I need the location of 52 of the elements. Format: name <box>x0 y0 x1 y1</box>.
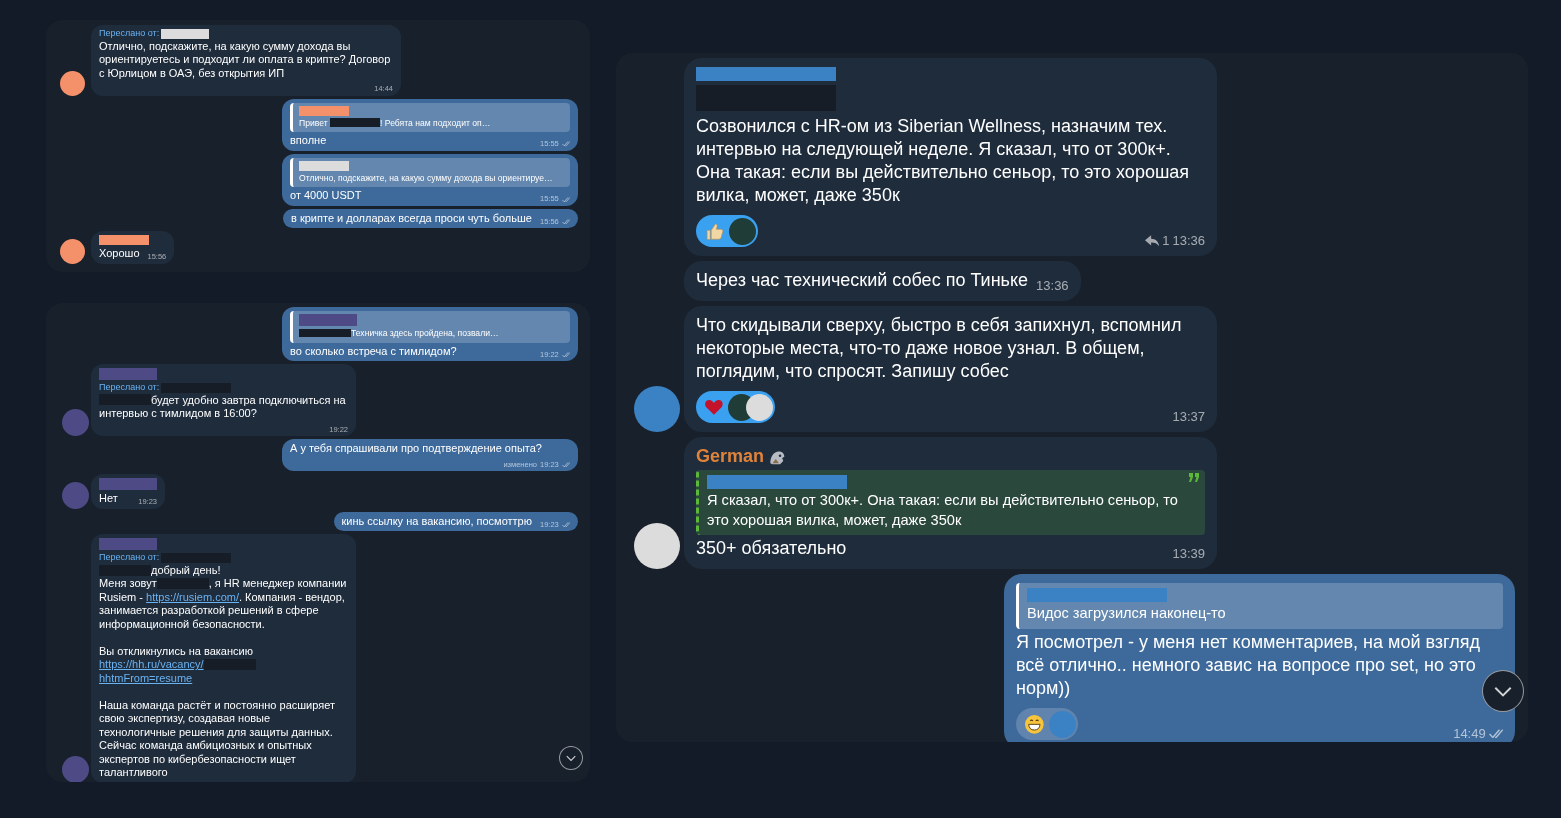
message-time: 13:37 <box>1172 410 1205 424</box>
reply-count: 1 <box>1162 234 1170 248</box>
reply-quote[interactable]: Видос загрузился наконец-то <box>1016 583 1503 630</box>
message-text: Нет <box>99 492 118 506</box>
reply-quote[interactable]: Привет ! Ребята нам подходит оп… <box>290 102 570 133</box>
message-text: вполне <box>290 134 327 148</box>
reply-quote[interactable]: Техничка здесь пройдена, позвали… <box>290 311 570 343</box>
message-text: будет удобно завтра подключиться на интервью с тимлидом в 16:00? <box>99 393 347 421</box>
redaction-bar <box>330 118 381 127</box>
quoted-text: Отлично, подскажите, на какую сумму дохода вы ориентируе… <box>299 172 554 185</box>
reply-quote[interactable]: Я сказал, что от 300к+. Она такая: если вы действительно сеньор, то это хорошая вилка, может, даже 350к <box>696 470 1205 536</box>
reaction-chip[interactable] <box>696 391 775 424</box>
thumbs-up-icon <box>704 220 725 242</box>
message-text: во сколько встреча с тимлидом? <box>290 344 457 359</box>
quote-mark-icon <box>1189 473 1199 483</box>
message-text: Что скидывали сверху, быстро в себя запихнул, вспомнил некоторые места, что-то даже новое узнал. В общем, поглядим, что спросят. Запишу собес <box>696 314 1183 384</box>
message-time: 14:49 <box>1453 727 1486 741</box>
reply-quote[interactable]: Отлично, подскажите, на какую сумму дохода вы ориентируе… <box>290 157 570 188</box>
quoted-text: Привет ! Ребята нам подходит оп… <box>299 117 492 130</box>
message-text: Через час технический собес по Тиньке <box>696 269 1029 293</box>
forward-label: Переслано от: <box>99 382 160 394</box>
grinning-face-icon <box>1024 713 1045 735</box>
avatar[interactable] <box>60 238 85 264</box>
message-text: от 4000 USDT <box>290 189 362 203</box>
message-text: в крипте и долларах всегда проси чуть больше <box>291 211 532 226</box>
message-time: 13:39 <box>1172 547 1205 561</box>
link[interactable]: hhtmFrom=resume <box>99 671 193 684</box>
avatar[interactable] <box>60 70 85 96</box>
message-text: Созвонился с HR-ом из Siberian Wellness, назначим тех. интервью на следующей неделе. Я сказал, что от 300к+. Она такая: если вы действительно сеньор, то это хорошая вилка, может, даже 350к <box>696 83 1205 208</box>
sender-name[interactable]: German <box>696 445 765 469</box>
message-time: 13:36 <box>1172 234 1205 248</box>
message-text: 350+ обязательно <box>696 537 847 561</box>
message-text: Хорошо <box>99 247 140 261</box>
link[interactable]: https://hh.ru/vacancy/ <box>99 658 204 671</box>
message-time: 13:36 <box>1036 279 1069 293</box>
avatar[interactable] <box>634 523 680 570</box>
reply-arrow-icon <box>1144 234 1160 247</box>
quoted-text: Видос загрузился наконец-то <box>1027 604 1227 624</box>
message-text: кинь ссылку на вакансию, посмоттрю <box>341 514 532 529</box>
quoted-text: Я сказал, что от 300к+. Она такая: если вы действительно сеньор, то это хорошая вилка, может, даже 350к <box>707 491 1179 530</box>
forward-label: Переслано от: <box>99 552 160 564</box>
link[interactable]: https://rusiem.com/ <box>146 590 239 603</box>
heart-icon <box>704 397 724 417</box>
message-text: добрый день! Меня зовут , я HR менеджер компании Rusiem - https://rusiem.com/. Компания - вендор, занимается разработкой решений в сфере информационной безопасности. Вы откликнулись на вакансию https://hh.ru/vacancy/ hhtmFrom=resume Наша команда растёт и постоянно расширяет свою экспертизу, создавая новые технологичные решения для защиты данных. Сейчас команда амбициозных и опытных экспертов по кибербезопасности ищет талантливого <box>99 563 348 780</box>
forward-label: Переслано от: <box>99 28 160 40</box>
reaction-chip[interactable] <box>696 215 758 248</box>
message-text: Отлично, подскажите, на какую сумму дохода вы ориентируетесь и подходит ли оплата в крипте? Договор с Юрлицом в ОАЭ, без открытия ИП <box>99 39 392 81</box>
message-text: Я посмотрел - у меня нет комментариев, на мой взгляд всё отлично.. немного завис на вопросе про set, но это норм)) <box>1016 631 1481 701</box>
redaction-bar <box>299 328 351 338</box>
quoted-text: Техничка здесь пройдена, позвали… <box>299 328 564 340</box>
message-text: А у тебя спрашивали про подтверждение опыта? <box>290 442 542 456</box>
scroll-down-button[interactable] <box>559 746 583 770</box>
